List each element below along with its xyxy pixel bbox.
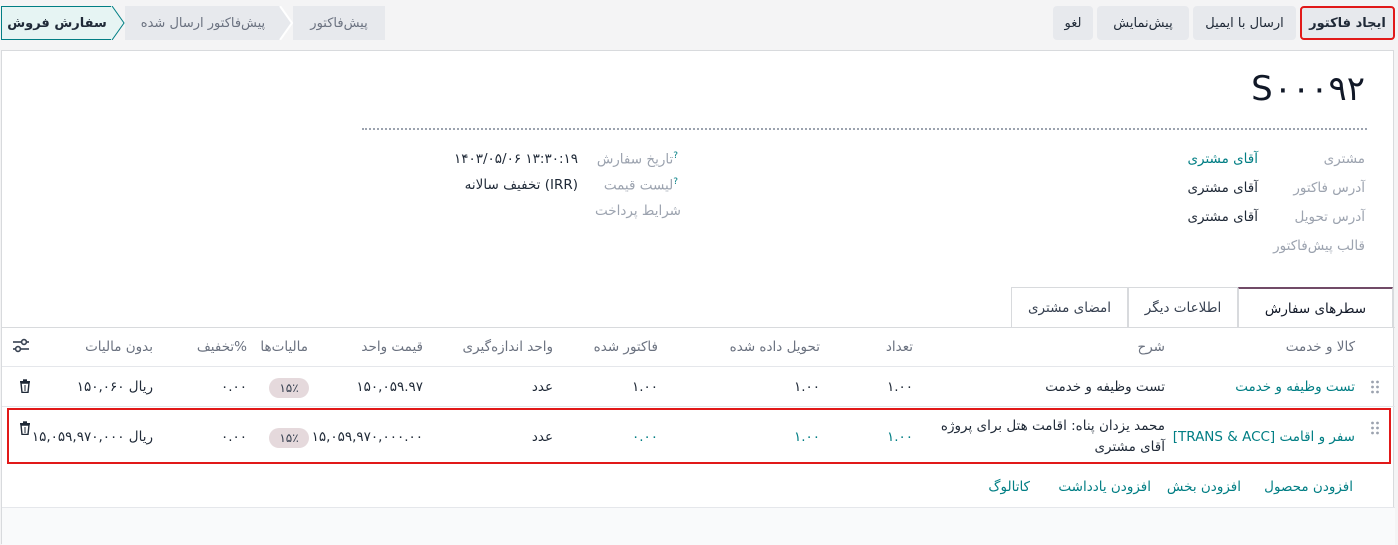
pricelist-label: لیست قیمت?: [604, 177, 681, 194]
delivery-address-field[interactable]: آقای مشتری: [1187, 209, 1258, 225]
create-invoice-button[interactable]: ایجاد فاکتور: [1300, 6, 1395, 40]
footer-area: [2, 508, 1395, 545]
row-uom[interactable]: عدد: [532, 379, 553, 395]
tax-badge[interactable]: ۱۵٪: [269, 378, 309, 398]
delivery-address-label: آدرس تحویل: [1294, 209, 1365, 225]
col-invoiced[interactable]: فاکتور شده: [594, 339, 658, 355]
form-sheet: S۰۰۰۹۲ مشتری آقای مشتری آدرس فاکتور آقای…: [1, 50, 1395, 545]
col-delivered[interactable]: تحویل داده شده: [730, 339, 820, 355]
customer-field[interactable]: آقای مشتری: [1187, 151, 1258, 167]
row-divider: [2, 406, 1395, 407]
row-quantity[interactable]: ۱.۰۰: [887, 379, 913, 395]
stage-quotation-sent[interactable]: پیش‌فاکتور ارسال شده: [125, 6, 281, 40]
invoice-address-label: آدرس فاکتور: [1293, 180, 1365, 196]
tab-other-info[interactable]: اطلاعات دیگر: [1128, 287, 1238, 327]
add-note-link[interactable]: افزودن یادداشت: [1058, 479, 1151, 495]
tab-order-lines[interactable]: سطرهای سفارش: [1238, 287, 1393, 328]
stage-sales-order[interactable]: سفارش فروش: [1, 6, 113, 40]
stage-arrow-icon: [279, 6, 293, 40]
tabs-divider: [2, 327, 1395, 328]
catalog-link[interactable]: کاتالوگ: [988, 479, 1030, 495]
control-panel: ایجاد فاکتور ارسال با ایمیل پیش‌نمایش لغ…: [0, 0, 1398, 46]
stage-quotation[interactable]: پیش‌فاکتور: [293, 6, 385, 40]
invoice-address-field[interactable]: آقای مشتری: [1187, 180, 1258, 196]
highlighted-row-frame: [7, 408, 1391, 464]
preview-button[interactable]: پیش‌نمایش: [1097, 6, 1189, 40]
col-discount[interactable]: تخفیف%: [197, 339, 247, 355]
pricelist-label-text: لیست قیمت: [603, 177, 674, 194]
order-date-label: تاریخ سفارش?: [597, 151, 681, 168]
order-date-label-text: تاریخ سفارش: [596, 151, 674, 168]
add-section-link[interactable]: افزودن بخش: [1167, 479, 1241, 495]
row-discount[interactable]: ۰.۰۰: [221, 379, 247, 395]
col-product[interactable]: کالا و خدمت: [1286, 339, 1355, 355]
cancel-button[interactable]: لغو: [1053, 6, 1093, 40]
title-divider: [362, 128, 1367, 130]
col-unit-price[interactable]: قیمت واحد: [361, 339, 423, 355]
order-reference: S۰۰۰۹۲: [1251, 69, 1365, 109]
quote-template-label: قالب پیش‌فاکتور: [1273, 238, 1365, 254]
col-subtotal[interactable]: بدون مالیات: [85, 339, 153, 355]
stage-arrow-icon: [111, 6, 125, 40]
col-taxes[interactable]: مالیات‌ها: [260, 339, 308, 355]
col-quantity[interactable]: تعداد: [886, 339, 913, 355]
col-uom[interactable]: واحد اندازه‌گیری: [463, 339, 553, 355]
drag-handle-icon[interactable]: [1370, 379, 1380, 395]
row-delivered[interactable]: ۱.۰۰: [794, 379, 820, 395]
row-unit-price[interactable]: ۱۵۰,۰۵۹.۹۷: [356, 379, 423, 395]
header-divider: [2, 366, 1395, 367]
col-description[interactable]: شرح: [1138, 339, 1165, 355]
help-icon[interactable]: ?: [673, 177, 678, 187]
order-date-field[interactable]: ۱۴۰۳/۰۵/۰۶ ۱۳:۳۰:۱۹: [454, 151, 578, 167]
tab-customer-signature[interactable]: امضای مشتری: [1011, 287, 1128, 327]
add-product-link[interactable]: افزودن محصول: [1264, 479, 1353, 495]
row-description[interactable]: تست وظیفه و خدمت: [1045, 379, 1165, 395]
row-invoiced: ۱.۰۰: [631, 379, 658, 395]
pricelist-field[interactable]: تخفیف سالانه (IRR): [465, 177, 578, 193]
help-icon[interactable]: ?: [673, 151, 678, 161]
trash-icon[interactable]: [19, 379, 31, 393]
customer-label: مشتری: [1323, 151, 1365, 167]
send-email-button[interactable]: ارسال با ایمیل: [1193, 6, 1296, 40]
row-product[interactable]: تست وظیفه و خدمت: [1235, 379, 1355, 395]
payment-terms-label: شرایط پرداخت: [595, 203, 681, 219]
column-settings-icon[interactable]: [12, 338, 30, 354]
row-subtotal: ۱۵۰,۰۶۰ ریال: [76, 379, 153, 395]
